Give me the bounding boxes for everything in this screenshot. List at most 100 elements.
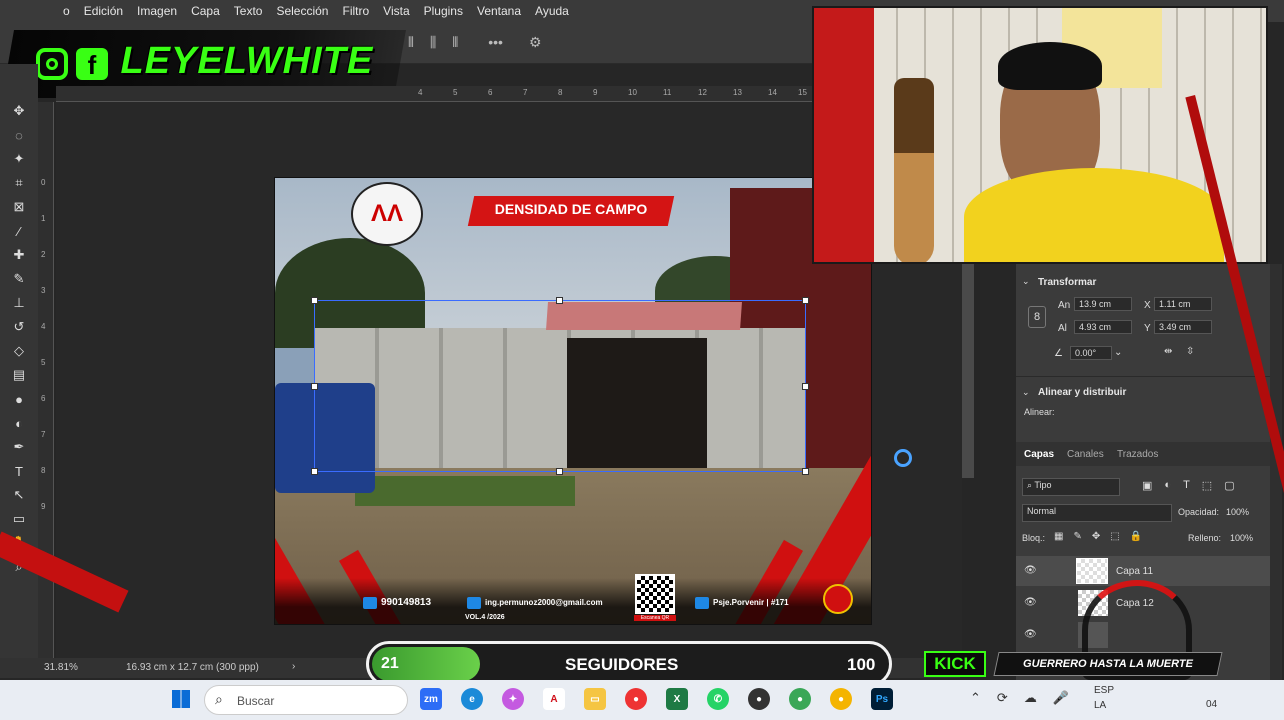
transform-handle[interactable] bbox=[311, 383, 318, 390]
chevron-down-icon[interactable]: ⌄ bbox=[1022, 387, 1030, 398]
photoshop-app-icon[interactable]: Ps bbox=[871, 688, 893, 710]
chevron-right-icon[interactable]: › bbox=[292, 661, 295, 672]
menu-item-window[interactable]: Ventana bbox=[470, 4, 528, 18]
clock[interactable]: 04 bbox=[1206, 699, 1217, 710]
menu-item-file[interactable]: o bbox=[56, 4, 77, 18]
excel-app-icon[interactable]: X bbox=[666, 688, 688, 710]
x-field[interactable]: 1.11 cm bbox=[1154, 297, 1212, 311]
zoom-level[interactable]: 31.81% bbox=[44, 662, 78, 673]
rectangle-tool-icon[interactable]: ▭ bbox=[9, 510, 29, 528]
stamp-tool-icon[interactable]: ⊥ bbox=[9, 294, 29, 312]
eraser-icon[interactable]: ◇ bbox=[9, 342, 29, 360]
lock-all-icon[interactable]: 🔒 bbox=[1130, 531, 1142, 542]
menu-item-view[interactable]: Vista bbox=[376, 4, 416, 18]
width-field[interactable]: 13.9 cm bbox=[1074, 297, 1132, 311]
transform-handle[interactable] bbox=[556, 468, 563, 475]
type-tool-icon[interactable]: T bbox=[9, 462, 29, 480]
healing-brush-icon[interactable]: ✚ bbox=[9, 246, 29, 264]
smart-object-filter-icon[interactable]: ▢ bbox=[1224, 479, 1234, 492]
chrome-profile-2-icon[interactable]: ● bbox=[830, 688, 852, 710]
menu-item-type[interactable]: Texto bbox=[227, 4, 270, 18]
transform-bounding-box[interactable] bbox=[314, 300, 806, 472]
lock-position-icon[interactable]: ✥ bbox=[1092, 531, 1100, 542]
zoom-app-icon[interactable]: zm bbox=[420, 688, 442, 710]
gradient-tool-icon[interactable]: ▤ bbox=[9, 366, 29, 384]
workspace-scrollbar[interactable] bbox=[962, 264, 974, 478]
layer-name[interactable]: Capa 11 bbox=[1116, 566, 1153, 577]
angle-field[interactable]: 0.00° bbox=[1070, 346, 1112, 360]
history-brush-icon[interactable]: ↺ bbox=[9, 318, 29, 336]
flip-horizontal-icon[interactable]: ⇹ bbox=[1164, 346, 1172, 357]
eyedropper-icon[interactable]: ⁄ bbox=[9, 222, 29, 240]
crop-tool-icon[interactable]: ⌗ bbox=[9, 174, 29, 192]
microphone-icon[interactable]: 🎤 bbox=[1053, 690, 1069, 706]
eye-icon[interactable]: 👁 bbox=[1024, 629, 1037, 640]
menu-item-edit[interactable]: Edición bbox=[77, 4, 130, 18]
menu-item-select[interactable]: Selección bbox=[269, 4, 335, 18]
align-right-icon[interactable]: ⫴ bbox=[452, 34, 458, 51]
layer-filter-select[interactable]: ⌕ Tipo bbox=[1022, 478, 1120, 496]
shape-filter-icon[interactable]: ⬚ bbox=[1202, 479, 1212, 492]
tab-layers[interactable]: Capas bbox=[1024, 449, 1054, 460]
eye-icon[interactable]: 👁 bbox=[1024, 597, 1037, 608]
chevron-up-icon[interactable]: ⌃ bbox=[970, 690, 981, 706]
fill-value[interactable]: 100% bbox=[1230, 533, 1253, 543]
pen-tool-icon[interactable]: ✒ bbox=[9, 438, 29, 456]
adjustment-filter-icon[interactable]: ◐ bbox=[1164, 479, 1171, 492]
move-tool-icon[interactable]: ✥ bbox=[9, 102, 29, 120]
menu-item-layer[interactable]: Capa bbox=[184, 4, 227, 18]
align-left-icon[interactable]: ⫴ bbox=[408, 34, 414, 51]
file-explorer-icon[interactable]: ▭ bbox=[584, 688, 606, 710]
menu-item-help[interactable]: Ayuda bbox=[528, 4, 576, 18]
language-indicator-2[interactable]: LA bbox=[1094, 700, 1106, 711]
sync-icon[interactable]: ⟳ bbox=[997, 690, 1008, 706]
windows-start-icon[interactable] bbox=[172, 690, 190, 708]
link-dimensions-icon[interactable]: 8 bbox=[1028, 306, 1046, 328]
dodge-tool-icon[interactable]: ◐ bbox=[9, 414, 29, 432]
image-filter-icon[interactable]: ▣ bbox=[1142, 479, 1152, 492]
whatsapp-app-icon[interactable]: ✆ bbox=[707, 688, 729, 710]
menu-item-plugins[interactable]: Plugins bbox=[417, 4, 470, 18]
more-options-icon[interactable]: ••• bbox=[488, 34, 503, 51]
taskbar-search[interactable]: ⌕ Buscar bbox=[204, 685, 408, 715]
chrome-app-icon[interactable]: ● bbox=[625, 688, 647, 710]
opacity-value[interactable]: 100% bbox=[1226, 507, 1249, 517]
menu-item-filter[interactable]: Filtro bbox=[335, 4, 376, 18]
lock-pixels-icon[interactable]: ▦ bbox=[1054, 531, 1063, 542]
language-indicator[interactable]: ESP bbox=[1094, 685, 1114, 696]
flip-vertical-icon[interactable]: ⇳ bbox=[1186, 346, 1194, 357]
chevron-down-icon[interactable]: ⌄ bbox=[1022, 276, 1030, 287]
height-field[interactable]: 4.93 cm bbox=[1074, 320, 1132, 334]
type-filter-icon[interactable]: T bbox=[1183, 479, 1190, 492]
lock-brush-icon[interactable]: ✎ bbox=[1073, 531, 1081, 542]
gear-icon[interactable]: ⚙ bbox=[529, 34, 542, 51]
transform-handle[interactable] bbox=[556, 297, 563, 304]
tab-channels[interactable]: Canales bbox=[1067, 449, 1104, 460]
cloud-icon[interactable]: ☁ bbox=[1024, 690, 1037, 706]
blend-mode-select[interactable]: Normal bbox=[1022, 504, 1172, 522]
path-select-icon[interactable]: ↖ bbox=[9, 486, 29, 504]
document-canvas[interactable]: ΛΛ DENSIDAD DE CAMPO 990149813 ing.permu… bbox=[274, 177, 872, 625]
frame-tool-icon[interactable]: ⊠ bbox=[9, 198, 29, 216]
app-icon[interactable]: ● bbox=[748, 688, 770, 710]
transform-handle[interactable] bbox=[802, 297, 809, 304]
transform-handle[interactable] bbox=[311, 297, 318, 304]
transform-handle[interactable] bbox=[311, 468, 318, 475]
align-center-icon[interactable]: ⫼ bbox=[430, 34, 436, 51]
chrome-profile-icon[interactable]: ● bbox=[789, 688, 811, 710]
lasso-tool-icon[interactable]: ◌ bbox=[9, 126, 29, 144]
angle-dropdown-icon[interactable]: ⌄ bbox=[1114, 347, 1122, 358]
tab-paths[interactable]: Trazados bbox=[1117, 449, 1158, 460]
magic-wand-icon[interactable]: ✦ bbox=[9, 150, 29, 168]
menu-item-image[interactable]: Imagen bbox=[130, 4, 184, 18]
eye-icon[interactable]: 👁 bbox=[1024, 565, 1037, 576]
blur-tool-icon[interactable]: ● bbox=[9, 390, 29, 408]
brush-tool-icon[interactable]: ✎ bbox=[9, 270, 29, 288]
edge-app-icon[interactable]: e bbox=[461, 688, 483, 710]
lock-artboard-icon[interactable]: ⬚ bbox=[1110, 531, 1119, 542]
acrobat-app-icon[interactable]: A bbox=[543, 688, 565, 710]
transform-handle[interactable] bbox=[802, 468, 809, 475]
y-field[interactable]: 3.49 cm bbox=[1154, 320, 1212, 334]
transform-handle[interactable] bbox=[802, 383, 809, 390]
copilot-app-icon[interactable]: ✦ bbox=[502, 688, 524, 710]
